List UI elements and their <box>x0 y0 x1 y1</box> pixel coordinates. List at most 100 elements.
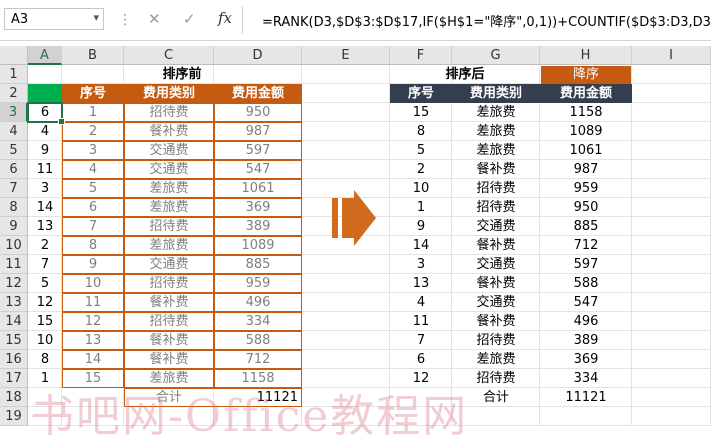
row-header-3[interactable]: 3 <box>0 103 28 122</box>
rank-cell[interactable]: 6 <box>28 103 62 122</box>
left-table-cell[interactable]: 1061 <box>214 179 302 198</box>
column-header-b[interactable]: B <box>62 46 124 65</box>
select-all-corner[interactable] <box>0 46 28 65</box>
right-table-cell[interactable]: 8 <box>390 122 452 141</box>
left-table-cell[interactable]: 389 <box>214 217 302 236</box>
left-table-cell[interactable]: 7 <box>62 217 124 236</box>
left-table-cell[interactable]: 交通费 <box>124 141 214 160</box>
left-table-cell[interactable]: 9 <box>62 255 124 274</box>
row-header-13[interactable]: 13 <box>0 293 28 312</box>
left-header-0[interactable]: 序号 <box>62 84 124 103</box>
right-table-cell[interactable]: 9 <box>390 217 452 236</box>
column-header-g[interactable]: G <box>452 46 540 65</box>
left-table-cell[interactable]: 369 <box>214 198 302 217</box>
row-header-6[interactable]: 6 <box>0 160 28 179</box>
right-table-cell[interactable]: 14 <box>390 236 452 255</box>
row-header-9[interactable]: 9 <box>0 217 28 236</box>
left-table-cell[interactable]: 招待费 <box>124 103 214 122</box>
right-header-2[interactable]: 费用金额 <box>540 84 632 103</box>
right-table-cell[interactable]: 11 <box>390 312 452 331</box>
column-header-d[interactable]: D <box>214 46 302 65</box>
right-table-cell[interactable]: 交通费 <box>452 255 540 274</box>
column-header-c[interactable]: C <box>124 46 214 65</box>
formula-input[interactable]: =RANK(D3,$D$3:$D$17,IF($H$1="降序",0,1))+C… <box>262 11 711 30</box>
left-table-cell[interactable]: 334 <box>214 312 302 331</box>
row-header-11[interactable]: 11 <box>0 255 28 274</box>
right-table-cell[interactable]: 3 <box>390 255 452 274</box>
rank-cell[interactable]: 8 <box>28 350 62 369</box>
right-table-cell[interactable]: 招待费 <box>452 331 540 350</box>
right-table-cell[interactable]: 334 <box>540 369 632 388</box>
right-table-cell[interactable]: 7 <box>390 331 452 350</box>
left-table-cell[interactable]: 885 <box>214 255 302 274</box>
left-table-cell[interactable]: 餐补费 <box>124 331 214 350</box>
left-table-cell[interactable]: 547 <box>214 160 302 179</box>
left-table-cell[interactable]: 12 <box>62 312 124 331</box>
cancel-icon[interactable]: ✕ <box>148 10 161 28</box>
right-table-cell[interactable]: 差旅费 <box>452 141 540 160</box>
left-table-cell[interactable]: 712 <box>214 350 302 369</box>
right-table-cell[interactable]: 差旅费 <box>452 103 540 122</box>
left-header-2[interactable]: 费用金额 <box>214 84 302 103</box>
rank-cell[interactable]: 10 <box>28 331 62 350</box>
right-table-cell[interactable]: 6 <box>390 350 452 369</box>
right-header-0[interactable]: 序号 <box>390 84 452 103</box>
right-table-cell[interactable]: 招待费 <box>452 179 540 198</box>
name-box[interactable]: A3 ▾ <box>4 8 104 30</box>
right-table-cell[interactable]: 餐补费 <box>452 312 540 331</box>
right-table-cell[interactable]: 1 <box>390 198 452 217</box>
left-table-cell[interactable]: 496 <box>214 293 302 312</box>
right-table-cell[interactable]: 5 <box>390 141 452 160</box>
right-table-cell[interactable]: 959 <box>540 179 632 198</box>
left-table-cell[interactable]: 11 <box>62 293 124 312</box>
row-header-17[interactable]: 17 <box>0 369 28 388</box>
rank-cell[interactable]: 4 <box>28 122 62 141</box>
left-table-cell[interactable]: 588 <box>214 331 302 350</box>
right-table-cell[interactable]: 588 <box>540 274 632 293</box>
column-header-i[interactable]: I <box>632 46 711 65</box>
row-header-8[interactable]: 8 <box>0 198 28 217</box>
left-table-cell[interactable]: 5 <box>62 179 124 198</box>
left-table-cell[interactable]: 987 <box>214 122 302 141</box>
right-table-cell[interactable]: 4 <box>390 293 452 312</box>
row-header-10[interactable]: 10 <box>0 236 28 255</box>
right-table-cell[interactable]: 招待费 <box>452 198 540 217</box>
right-table-cell[interactable]: 369 <box>540 350 632 369</box>
right-table-cell[interactable]: 1061 <box>540 141 632 160</box>
right-table-cell[interactable]: 交通费 <box>452 217 540 236</box>
right-table-cell[interactable]: 差旅费 <box>452 350 540 369</box>
row-header-14[interactable]: 14 <box>0 312 28 331</box>
left-header-1[interactable]: 费用类别 <box>124 84 214 103</box>
left-table-cell[interactable]: 差旅费 <box>124 179 214 198</box>
left-table-cell[interactable]: 1 <box>62 103 124 122</box>
right-table-cell[interactable]: 10 <box>390 179 452 198</box>
row-header-2[interactable]: 2 <box>0 84 28 103</box>
rank-cell[interactable]: 2 <box>28 236 62 255</box>
fill-handle[interactable] <box>58 118 65 125</box>
right-table-cell[interactable]: 496 <box>540 312 632 331</box>
row-header-12[interactable]: 12 <box>0 274 28 293</box>
right-table-cell[interactable]: 交通费 <box>452 293 540 312</box>
right-table-cell[interactable]: 1158 <box>540 103 632 122</box>
left-table-cell[interactable]: 招待费 <box>124 312 214 331</box>
row-header-15[interactable]: 15 <box>0 331 28 350</box>
right-table-cell[interactable]: 547 <box>540 293 632 312</box>
column-header-a[interactable]: A <box>28 46 62 65</box>
row-header-1[interactable]: 1 <box>0 65 28 84</box>
chevron-down-icon[interactable]: ▾ <box>93 11 99 24</box>
rank-cell[interactable]: 12 <box>28 293 62 312</box>
left-table-cell[interactable]: 959 <box>214 274 302 293</box>
right-table-cell[interactable]: 885 <box>540 217 632 236</box>
left-table-cell[interactable]: 招待费 <box>124 217 214 236</box>
sort-order-cell[interactable]: 降序 <box>541 66 631 84</box>
left-table-cell[interactable]: 3 <box>62 141 124 160</box>
right-table-cell[interactable]: 15 <box>390 103 452 122</box>
row-header-18[interactable]: 18 <box>0 388 28 407</box>
right-header-1[interactable]: 费用类别 <box>452 84 540 103</box>
left-table-cell[interactable]: 交通费 <box>124 160 214 179</box>
right-table-cell[interactable]: 712 <box>540 236 632 255</box>
right-table-cell[interactable]: 餐补费 <box>452 160 540 179</box>
left-table-cell[interactable]: 14 <box>62 350 124 369</box>
right-table-cell[interactable]: 餐补费 <box>452 236 540 255</box>
left-table-cell[interactable]: 6 <box>62 198 124 217</box>
